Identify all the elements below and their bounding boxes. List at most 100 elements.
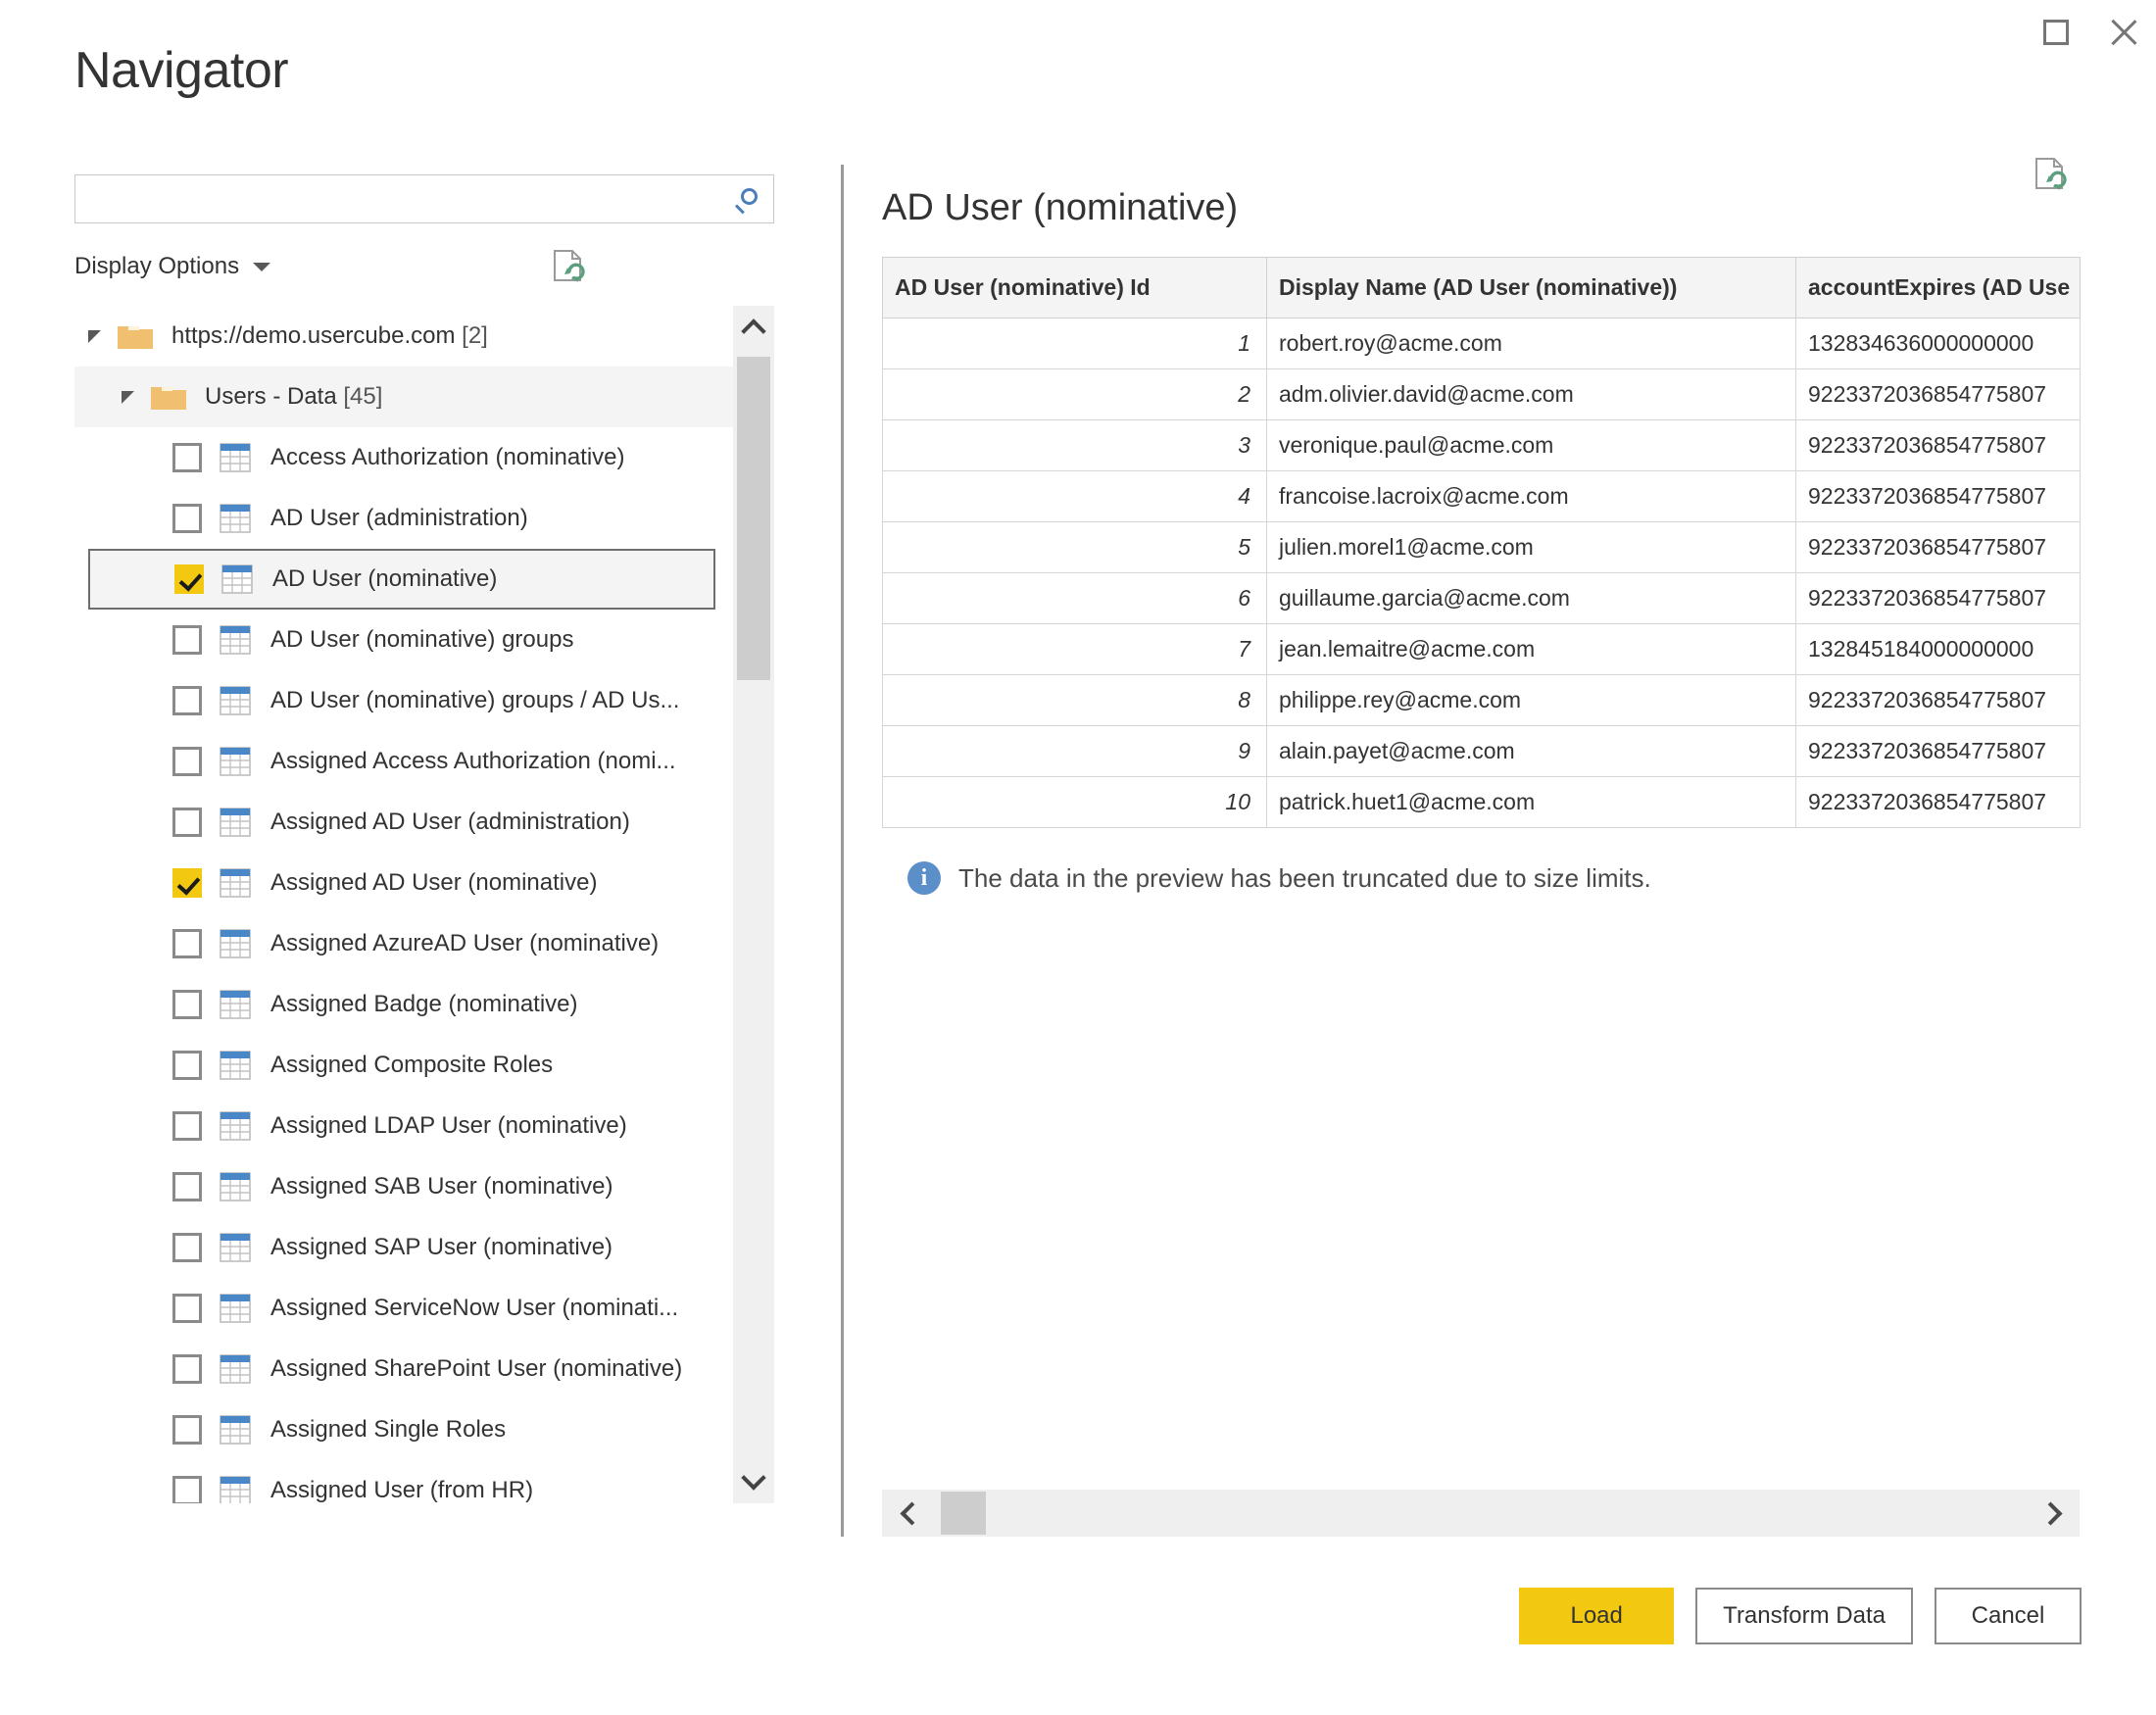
table-checkbox[interactable]	[172, 1172, 202, 1201]
cancel-button[interactable]: Cancel	[1935, 1588, 2082, 1644]
tree-item[interactable]: Assigned LDAP User (nominative)	[74, 1096, 733, 1156]
table-icon	[220, 1476, 251, 1503]
preview-header: AD User (nominative)	[882, 158, 2080, 243]
table-checkbox[interactable]	[172, 625, 202, 655]
cell-account-expires: 9223372036854775807	[1795, 419, 2081, 471]
close-button[interactable]	[2089, 0, 2156, 65]
table-checkbox[interactable]	[172, 1051, 202, 1080]
tree-item[interactable]: AD User (nominative) groups	[74, 610, 733, 670]
tree-item-selected[interactable]: AD User (nominative)	[88, 549, 715, 610]
tree-item[interactable]: Assigned User (from HR)	[74, 1460, 733, 1503]
tree-item[interactable]: Assigned SharePoint User (nominative)	[74, 1339, 733, 1399]
display-options-row: Display Options	[74, 245, 774, 288]
tree-group-row[interactable]: Users - Data [45]	[74, 367, 733, 427]
table-checkbox[interactable]	[172, 929, 202, 958]
table-row[interactable]: 5 julien.morel1@acme.com 92233720368547758…	[882, 521, 2081, 573]
table-row[interactable]: 1 robert.roy@acme.com 132834636000000000	[882, 318, 2081, 369]
scroll-up-button[interactable]	[733, 306, 774, 351]
preview-table: AD User (nominative) Id Display Name (AD…	[882, 257, 2081, 828]
tree-item[interactable]: Assigned Single Roles	[74, 1399, 733, 1460]
table-checkbox[interactable]	[172, 868, 202, 898]
cell-account-expires: 9223372036854775807	[1795, 674, 2081, 726]
scroll-down-button[interactable]	[733, 1458, 774, 1503]
cell-account-expires: 9223372036854775807	[1795, 521, 2081, 573]
tree-group-row[interactable]: https://demo.usercube.com [2]	[74, 306, 733, 367]
table-row[interactable]: 4 francoise.lacroix@acme.com 9223372036854…	[882, 470, 2081, 522]
column-header-id[interactable]: AD User (nominative) Id	[882, 257, 1267, 318]
column-header-accountexpires[interactable]: accountExpires (AD Use	[1795, 257, 2081, 318]
horizontal-scroll-thumb[interactable]	[941, 1492, 986, 1535]
tree-item[interactable]: AD User (nominative) groups / AD Us...	[74, 670, 733, 731]
tree-item-label: Assigned AD User (administration)	[270, 808, 630, 835]
table-checkbox[interactable]	[172, 990, 202, 1019]
cell-display-name: jean.lemaitre@acme.com	[1266, 623, 1796, 675]
tree-item[interactable]: Assigned SAB User (nominative)	[74, 1156, 733, 1217]
preview-refresh-icon[interactable]	[2031, 155, 2070, 194]
scroll-right-button[interactable]	[2021, 1490, 2080, 1537]
navigator-left-pane: Display Options https://demo.usercube.co…	[74, 174, 774, 1537]
document-refresh-icon[interactable]	[549, 247, 588, 286]
table-row[interactable]: 3 veronique.paul@acme.com 9223372036854775…	[882, 419, 2081, 471]
table-icon	[220, 990, 251, 1019]
table-icon	[220, 1294, 251, 1323]
table-checkbox[interactable]	[172, 686, 202, 715]
tree-item[interactable]: Assigned SAP User (nominative)	[74, 1217, 733, 1278]
table-row[interactable]: 9 alain.payet@acme.com 9223372036854775807	[882, 725, 2081, 777]
table-row[interactable]: 10 patrick.huet1@acme.com 9223372036854775…	[882, 776, 2081, 828]
table-checkbox[interactable]	[172, 1233, 202, 1262]
tree-vertical-scrollbar[interactable]	[733, 306, 774, 1503]
table-checkbox[interactable]	[172, 1111, 202, 1141]
table-icon	[220, 1172, 251, 1201]
tree-item[interactable]: Assigned Access Authorization (nomi...	[74, 731, 733, 792]
tree-group-label: https://demo.usercube.com [2]	[172, 322, 488, 349]
table-checkbox[interactable]	[172, 808, 202, 837]
preview-horizontal-scrollbar[interactable]	[882, 1490, 2080, 1537]
tree-item[interactable]: Assigned AD User (administration)	[74, 792, 733, 853]
table-row[interactable]: 2 adm.olivier.david@acme.com 9223372036854…	[882, 368, 2081, 420]
table-row[interactable]: 8 philippe.rey@acme.com 922337203685477580…	[882, 674, 2081, 726]
table-checkbox[interactable]	[172, 1415, 202, 1445]
tree-item[interactable]: Assigned AD User (nominative)	[74, 853, 733, 913]
cell-id: 6	[882, 572, 1267, 624]
vertical-scroll-thumb[interactable]	[737, 357, 770, 680]
tree-item-label: AD User (nominative) groups / AD Us...	[270, 687, 680, 713]
tree-item[interactable]: Assigned Composite Roles	[74, 1035, 733, 1096]
expand-triangle-icon[interactable]	[88, 329, 101, 343]
table-checkbox[interactable]	[172, 1354, 202, 1384]
folder-icon	[150, 382, 187, 412]
cell-display-name: julien.morel1@acme.com	[1266, 521, 1796, 573]
cell-display-name: robert.roy@acme.com	[1266, 318, 1796, 369]
table-checkbox[interactable]	[172, 747, 202, 776]
tree-item[interactable]: AD User (administration)	[74, 488, 733, 549]
search-icon[interactable]	[720, 175, 773, 222]
table-icon	[220, 929, 251, 958]
scroll-left-button[interactable]	[882, 1490, 941, 1537]
table-icon	[220, 747, 251, 776]
tree-item[interactable]: Assigned Badge (nominative)	[74, 974, 733, 1035]
cell-account-expires: 132834636000000000	[1795, 318, 2081, 369]
table-row[interactable]: 6 guillaume.garcia@acme.com 92233720368547…	[882, 572, 2081, 624]
expand-triangle-icon[interactable]	[122, 390, 134, 404]
display-options-dropdown[interactable]: Display Options	[74, 253, 271, 280]
pane-splitter[interactable]	[841, 165, 844, 1537]
table-icon	[220, 1415, 251, 1445]
table-row[interactable]: 7 jean.lemaitre@acme.com 13284518400000000…	[882, 623, 2081, 675]
table-checkbox[interactable]	[172, 1294, 202, 1323]
transform-data-button[interactable]: Transform Data	[1695, 1588, 1913, 1644]
load-button[interactable]: Load	[1519, 1588, 1675, 1644]
maximize-button[interactable]	[2023, 0, 2089, 65]
column-header-displayname[interactable]: Display Name (AD User (nominative))	[1266, 257, 1796, 318]
table-checkbox[interactable]	[174, 564, 204, 594]
table-checkbox[interactable]	[172, 1476, 202, 1503]
cell-account-expires: 9223372036854775807	[1795, 776, 2081, 828]
search-input[interactable]	[75, 175, 720, 222]
search-box[interactable]	[74, 174, 774, 223]
tree-item[interactable]: Access Authorization (nominative)	[74, 427, 733, 488]
table-checkbox[interactable]	[172, 504, 202, 533]
dialog-footer: Load Transform Data Cancel	[1519, 1588, 2082, 1644]
table-icon	[220, 625, 251, 655]
tree-item[interactable]: Assigned AzureAD User (nominative)	[74, 913, 733, 974]
tree-item[interactable]: Assigned ServiceNow User (nominati...	[74, 1278, 733, 1339]
table-checkbox[interactable]	[172, 443, 202, 472]
object-tree: https://demo.usercube.com [2] Users - Dat…	[74, 306, 774, 1503]
